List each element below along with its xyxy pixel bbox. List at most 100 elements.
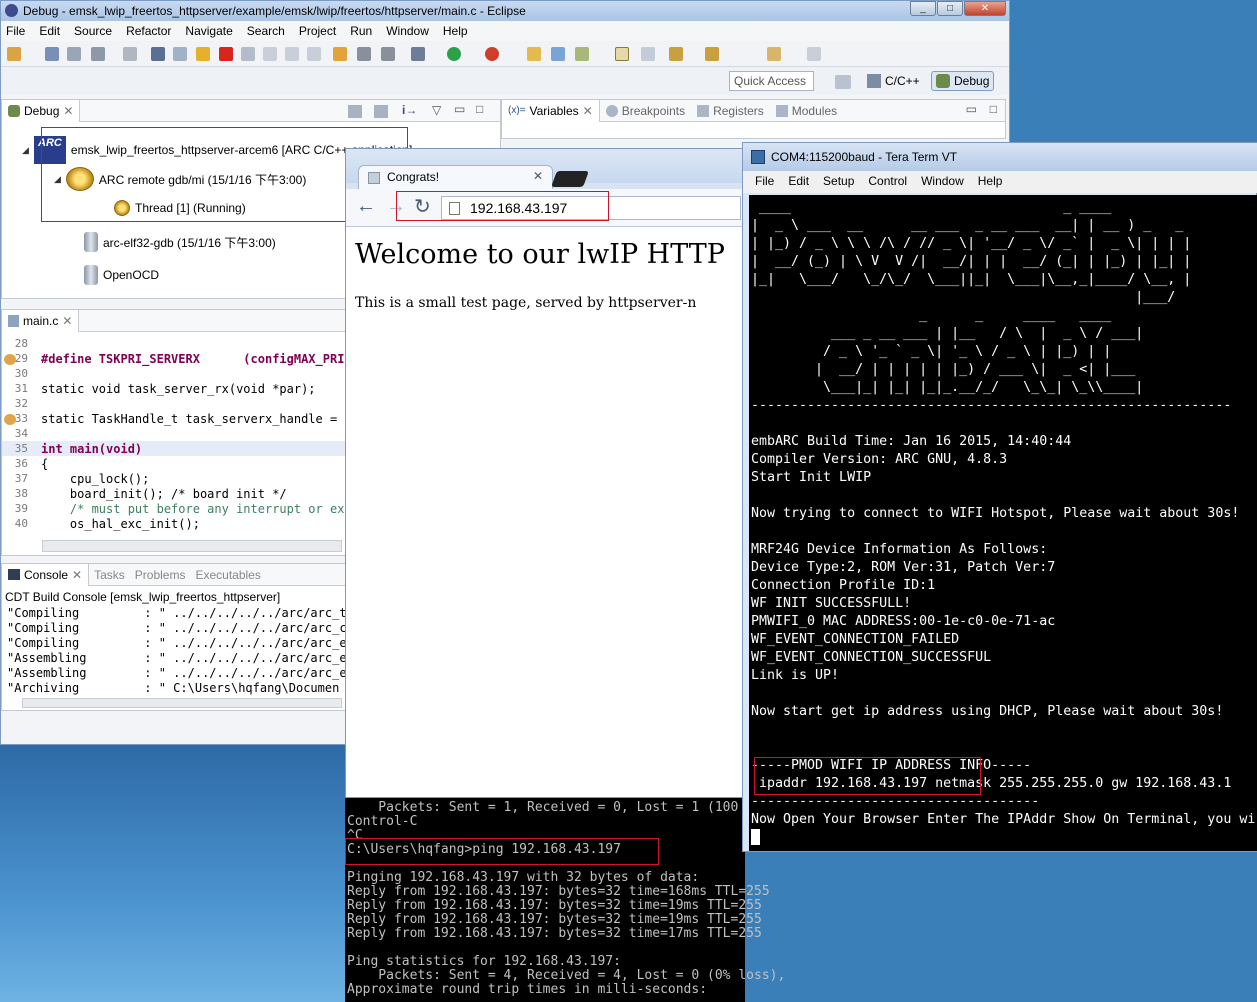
code-line[interactable]: 36 { <box>2 456 48 471</box>
eclipse-title-bar[interactable]: Debug - emsk_lwip_freertos_httpserver/ex… <box>1 1 1009 21</box>
save-icon[interactable] <box>45 47 59 61</box>
resume-icon[interactable] <box>173 47 187 61</box>
forward-icon[interactable] <box>807 47 821 61</box>
menu-edit[interactable]: Edit <box>39 24 60 41</box>
minimize-button[interactable]: _ <box>910 1 936 16</box>
menu-source[interactable]: Source <box>74 24 112 41</box>
external-tools-icon[interactable] <box>485 47 499 61</box>
tab-main-c[interactable]: main.c ✕ <box>2 309 80 332</box>
tt-menu-file[interactable]: File <box>755 174 774 193</box>
code-line[interactable]: 40 os_hal_exc_init(); <box>2 516 200 531</box>
maximize-view-icon[interactable]: □ <box>990 102 997 116</box>
next-annotation-icon[interactable] <box>669 47 683 61</box>
code-line[interactable]: 39 /* must put before any interrupt or e… <box>2 501 352 516</box>
tt-menu-setup[interactable]: Setup <box>823 174 854 193</box>
step-return-icon[interactable] <box>307 47 321 61</box>
open-task-icon[interactable] <box>575 47 589 61</box>
back-icon[interactable] <box>767 47 781 61</box>
prev-annotation-icon[interactable] <box>705 47 719 61</box>
tree-item-openocd[interactable]: OpenOCD <box>84 265 159 285</box>
close-tab-icon[interactable]: ✕ <box>72 568 82 582</box>
tt-menu-control[interactable]: Control <box>868 174 907 193</box>
code-line[interactable]: 33 static TaskHandle_t task_serverx_handl… <box>2 411 352 426</box>
tab-debug[interactable]: Debug ✕ <box>2 99 81 122</box>
menu-help[interactable]: Help <box>443 24 468 41</box>
menu-refactor[interactable]: Refactor <box>126 24 171 41</box>
code-line[interactable]: 29 #define TSKPRI_SERVERX (configMAX_PRIO <box>2 351 352 366</box>
skip-breakpoints-icon[interactable] <box>151 47 165 61</box>
close-tab-icon[interactable]: ✕ <box>583 104 593 118</box>
annotation-icon[interactable] <box>615 47 629 61</box>
run-icon[interactable] <box>447 47 461 61</box>
code-line[interactable]: 34 <box>2 426 41 441</box>
breakpoint-marker-icon[interactable] <box>4 354 16 365</box>
tab-registers[interactable]: Registers <box>691 104 770 118</box>
tt-menu-help[interactable]: Help <box>978 174 1003 193</box>
tab-tasks[interactable]: Tasks <box>89 568 130 582</box>
open-perspective-icon[interactable] <box>835 75 851 89</box>
tab-breakpoints[interactable]: Breakpoints <box>600 104 691 118</box>
code-line[interactable]: 32 <box>2 396 41 411</box>
instruction-step-icon[interactable] <box>333 47 347 61</box>
terminate-icon[interactable] <box>219 47 233 61</box>
remove-all-icon[interactable] <box>374 105 388 118</box>
new-tab-button[interactable] <box>551 171 589 187</box>
tab-modules[interactable]: Modules <box>770 104 843 118</box>
open-type-icon[interactable] <box>551 47 565 61</box>
close-tab-icon[interactable]: ✕ <box>533 169 543 183</box>
view-menu-icon[interactable]: ▽ <box>432 103 441 117</box>
open-folder-icon[interactable] <box>527 47 541 61</box>
tab-executables[interactable]: Executables <box>190 568 265 582</box>
debug-settings-icon[interactable] <box>411 47 425 61</box>
close-tab-icon[interactable]: ✕ <box>63 104 73 118</box>
maximize-button[interactable]: □ <box>937 1 963 16</box>
binary-icon[interactable] <box>123 47 137 61</box>
menu-navigate[interactable]: Navigate <box>185 24 232 41</box>
tab-problems[interactable]: Problems <box>130 568 191 582</box>
print-icon[interactable] <box>91 47 105 61</box>
code-line[interactable]: 30 <box>2 366 41 381</box>
save-all-icon[interactable] <box>67 47 81 61</box>
minimize-view-icon[interactable]: ▭ <box>966 102 977 116</box>
tt-menu-window[interactable]: Window <box>921 174 964 193</box>
toggle-mark-icon[interactable] <box>641 47 655 61</box>
minimize-view-icon[interactable]: ▭ <box>454 102 465 116</box>
step-over-icon[interactable] <box>285 47 299 61</box>
browser-tab-congrats[interactable]: Congrats! ✕ <box>358 165 553 189</box>
collapse-icon[interactable]: ◢ <box>22 145 29 156</box>
menu-file[interactable]: File <box>6 24 25 41</box>
remove-terminated-icon[interactable] <box>348 105 362 118</box>
tab-variables[interactable]: (x)= Variables ✕ <box>502 99 600 122</box>
suspend-icon[interactable] <box>196 47 210 61</box>
menu-window[interactable]: Window <box>386 24 429 41</box>
code-line[interactable]: 38 board_init(); /* board init */ <box>2 486 287 501</box>
menu-run[interactable]: Run <box>350 24 372 41</box>
perspective-cpp[interactable]: C/C++ <box>863 71 924 91</box>
tera-term-title-bar[interactable]: COM4:115200baud - Tera Term VT <box>743 143 1257 171</box>
terminal-screen[interactable]: ____ _ ____ | _ \ ___ __ __ ___ _ __ ___… <box>749 195 1257 851</box>
code-line[interactable]: 35 int main(void) <box>2 441 345 456</box>
code-line[interactable]: 31 static void task_server_rx(void *par); <box>2 381 316 396</box>
perspective-debug[interactable]: Debug <box>931 71 995 91</box>
tt-menu-edit[interactable]: Edit <box>788 174 809 193</box>
quick-access-input[interactable]: Quick Access <box>729 71 814 91</box>
step-mode-icon[interactable]: i→ <box>402 103 417 117</box>
tab-console[interactable]: Console ✕ <box>2 563 90 586</box>
console-scrollbar[interactable] <box>22 698 342 708</box>
code-line[interactable]: 28 <box>2 336 41 351</box>
new-icon[interactable] <box>7 47 21 61</box>
step-into-icon[interactable] <box>263 47 277 61</box>
close-button[interactable]: ✕ <box>964 1 1006 16</box>
back-arrow-icon[interactable]: ← <box>356 195 376 218</box>
disconnect-icon[interactable] <box>241 47 255 61</box>
menu-search[interactable]: Search <box>247 24 285 41</box>
drop-to-frame-icon[interactable] <box>357 47 371 61</box>
tree-item-arc-gdb[interactable]: arc-elf32-gdb (15/1/16 下午3:00) <box>84 232 276 252</box>
code-line[interactable]: 37 cpu_lock(); <box>2 471 150 486</box>
breakpoint-marker-icon[interactable] <box>4 414 16 425</box>
maximize-view-icon[interactable]: □ <box>476 102 483 116</box>
horizontal-scrollbar[interactable] <box>42 540 342 552</box>
close-tab-icon[interactable]: ✕ <box>62 314 72 328</box>
use-step-filters-icon[interactable] <box>381 47 395 61</box>
menu-project[interactable]: Project <box>299 24 336 41</box>
